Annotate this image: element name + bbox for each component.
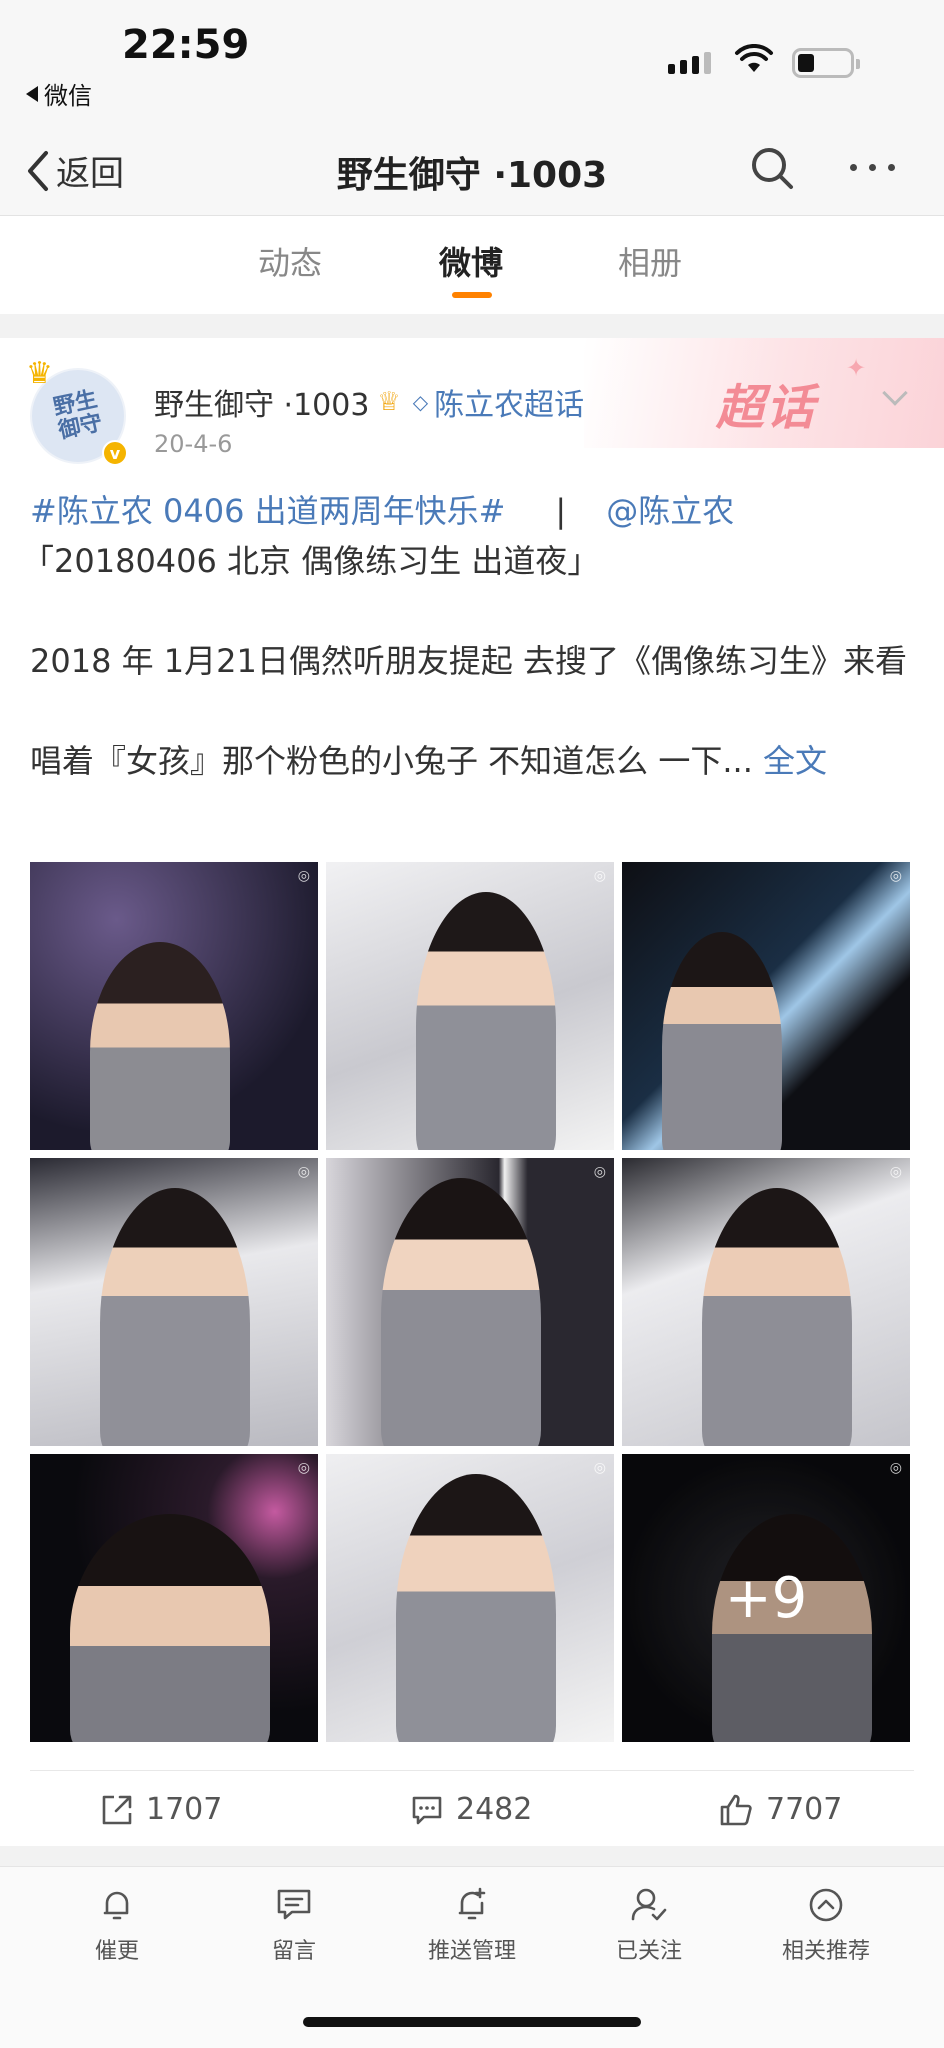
repost-count: 1707	[146, 1792, 223, 1827]
repost-button[interactable]: 1707	[100, 1792, 222, 1827]
status-bar: 22:59 微信	[0, 0, 944, 128]
avatar-text: 野生御守	[51, 386, 105, 445]
comment-icon	[412, 1796, 442, 1824]
topic-label: 陈立农超话	[434, 388, 585, 423]
cellular-signal-icon	[668, 52, 711, 74]
crown-icon: ♛	[26, 356, 53, 391]
photo-thumbnail[interactable]: ◎	[30, 1454, 318, 1742]
message-icon	[277, 1889, 311, 1920]
post-first-line: #陈立农 0406 出道两周年快乐# | @陈立农	[30, 486, 910, 536]
tab-weibo[interactable]: 微博	[439, 238, 503, 284]
comment-button[interactable]: 2482	[410, 1792, 532, 1827]
profile-tabs: 动态 微博 相册	[0, 216, 944, 314]
comment-count: 2482	[456, 1792, 533, 1827]
post-line: 唱着『女孩』那个粉色的小兔子 不知道怎么 一下...	[30, 742, 753, 780]
tab-dynamics[interactable]: 动态	[258, 238, 322, 284]
supertopic-badge[interactable]: 超话	[716, 368, 816, 438]
bell-icon	[103, 1891, 129, 1920]
leave-message-button[interactable]: 留言	[224, 1885, 364, 1965]
share-icon	[102, 1795, 132, 1824]
photo-thumbnail[interactable]: ◎	[326, 1158, 614, 1446]
following-button[interactable]: 已关注	[579, 1885, 719, 1965]
recommendations-button[interactable]: 相关推荐	[756, 1885, 896, 1965]
urge-update-button[interactable]: 催更	[47, 1885, 187, 1965]
like-button[interactable]: 7707	[718, 1792, 842, 1827]
urge-update-label: 催更	[94, 1939, 139, 1964]
post-text: #陈立农 0406 出道两周年快乐# | @陈立农 「20180406 北京 偶像练…	[22, 486, 910, 786]
tab-album[interactable]: 相册	[618, 238, 682, 284]
post-line-truncated: 唱着『女孩』那个粉色的小兔子 不知道怎么 一下... 全文	[30, 736, 910, 786]
mention-link[interactable]: @陈立农	[606, 492, 734, 530]
back-triangle-icon	[26, 85, 38, 102]
post-card: 野生御守 ♛ v 野生御守 ·1003 ♕ ◇ 陈立农超话 20-4-6 超话 …	[0, 338, 944, 1846]
like-count: 7707	[766, 1792, 843, 1827]
divider	[30, 1770, 914, 1771]
leave-message-label: 留言	[271, 1939, 316, 1964]
vip-crown-icon: ♕	[377, 387, 401, 417]
thumbs-up-icon	[720, 1794, 752, 1825]
recommendations-label: 相关推荐	[781, 1939, 870, 1964]
user-line: 野生御守 ·1003 ♕ ◇ 陈立农超话	[154, 380, 584, 424]
post-actions: 1707 2482 7707	[0, 1772, 944, 1846]
photo-thumbnail[interactable]: ◎	[30, 1158, 318, 1446]
push-settings-button[interactable]: 推送管理	[402, 1885, 542, 1965]
active-tab-indicator	[452, 292, 492, 298]
full-text-link[interactable]: 全文	[763, 742, 827, 780]
verified-icon: v	[102, 440, 128, 466]
page-title: 野生御守 ·1003	[336, 155, 608, 196]
more-options-icon[interactable]	[850, 164, 895, 171]
topic-link[interactable]: ◇ 陈立农超话	[413, 380, 584, 424]
back-app-label: 微信	[44, 82, 92, 110]
search-icon[interactable]	[748, 144, 796, 192]
photo-thumbnail-more[interactable]: +9 ◎	[622, 1454, 910, 1742]
avatar[interactable]: 野生御守 ♛ v	[26, 356, 128, 466]
bottom-toolbar: 催更 留言 推送管理 已关注 相关推荐	[0, 1866, 944, 2048]
more-photos-count: +9	[622, 1454, 910, 1742]
photo-thumbnail[interactable]: ◎	[622, 862, 910, 1150]
photo-thumbnail[interactable]: ◎	[326, 862, 614, 1150]
back-to-app[interactable]: 微信	[26, 76, 92, 111]
diamond-icon: ◇	[412, 390, 429, 414]
push-settings-label: 推送管理	[427, 1939, 516, 1964]
post-line: 「20180406 北京 偶像练习生 出道夜」	[22, 542, 600, 580]
push-bell-icon	[458, 1887, 486, 1920]
photo-thumbnail[interactable]: ◎	[326, 1454, 614, 1742]
nav-bar: 返回 野生御守 ·1003	[0, 128, 944, 216]
separator: |	[555, 492, 567, 530]
post-date: 20-4-6	[154, 430, 233, 458]
battery-icon	[792, 48, 860, 78]
following-label: 已关注	[615, 1939, 682, 1964]
wifi-icon	[735, 44, 773, 72]
home-indicator[interactable]	[303, 2017, 641, 2027]
sparkle-icon: ✦	[846, 354, 867, 382]
username[interactable]: 野生御守 ·1003	[154, 380, 369, 424]
post-line: 2018 年 1月21日偶然听朋友提起 去搜了《偶像练习生》来看	[30, 642, 908, 680]
followed-user-icon	[631, 1888, 667, 1921]
hashtag-link[interactable]: #陈立农 0406 出道两周年快乐#	[30, 492, 505, 530]
photo-grid: ◎ ◎ ◎ ◎ ◎ ◎ ◎ ◎ +9 ◎	[30, 862, 914, 1742]
clock: 22:59	[122, 22, 250, 68]
photo-thumbnail[interactable]: ◎	[622, 1158, 910, 1446]
photo-thumbnail[interactable]: ◎	[30, 862, 318, 1150]
recommend-icon	[809, 1888, 843, 1922]
